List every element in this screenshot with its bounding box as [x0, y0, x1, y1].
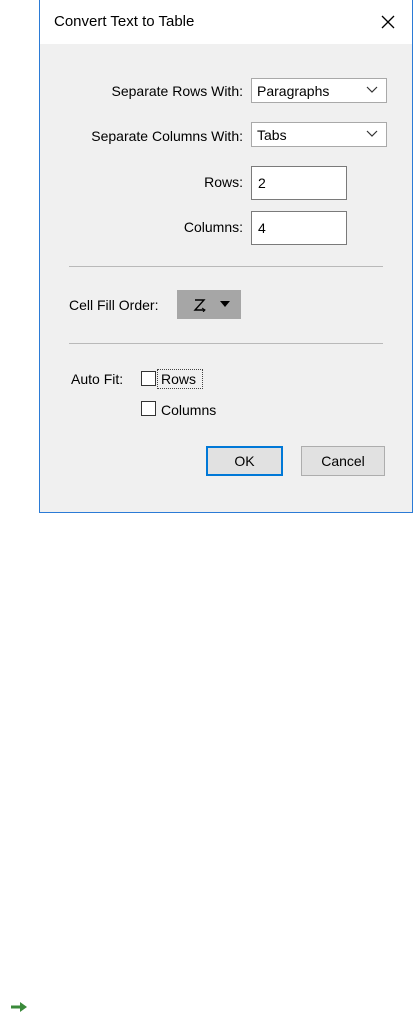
auto-fit-label: Auto Fit:	[71, 371, 124, 387]
rows-field[interactable]: 2	[251, 166, 347, 200]
title-bar: Convert Text to Table	[40, 0, 412, 44]
columns-separator-select[interactable]: Tabs	[251, 122, 387, 147]
divider	[69, 343, 383, 344]
cancel-button-label: Cancel	[321, 453, 365, 469]
dropdown-arrow-icon	[220, 301, 230, 307]
columns-separator-label: Separate Columns With:	[91, 128, 243, 144]
green-right-arrow-icon	[11, 1002, 27, 1012]
dialog-title: Convert Text to Table	[54, 13, 195, 30]
close-icon	[381, 15, 395, 29]
auto-fit-rows-label[interactable]: Rows	[161, 371, 196, 387]
z-order-icon	[193, 299, 206, 312]
cell-fill-order-button[interactable]	[177, 290, 241, 319]
columns-label: Columns:	[183, 219, 243, 235]
ok-button[interactable]: OK	[206, 446, 283, 476]
auto-fit-rows-checkbox[interactable]	[141, 371, 156, 386]
rows-value: 2	[258, 175, 266, 191]
rows-separator-value: Paragraphs	[257, 83, 330, 99]
chevron-down-icon	[366, 130, 378, 137]
cell-fill-order-label: Cell Fill Order:	[69, 297, 159, 313]
columns-separator-value: Tabs	[257, 127, 287, 143]
convert-text-to-table-dialog: Convert Text to Table Separate Rows With…	[39, 0, 413, 513]
columns-field[interactable]: 4	[251, 211, 347, 245]
columns-value: 4	[258, 220, 266, 236]
rows-label: Rows:	[204, 174, 243, 190]
chevron-down-icon	[366, 86, 378, 93]
ok-button-label: OK	[234, 453, 255, 469]
rows-separator-label: Separate Rows With:	[111, 83, 244, 99]
auto-fit-columns-checkbox[interactable]	[141, 401, 156, 416]
cancel-button[interactable]: Cancel	[301, 446, 385, 476]
auto-fit-columns-label[interactable]: Columns	[161, 402, 216, 418]
divider	[69, 266, 383, 267]
rows-separator-select[interactable]: Paragraphs	[251, 78, 387, 103]
close-button[interactable]	[374, 9, 402, 35]
